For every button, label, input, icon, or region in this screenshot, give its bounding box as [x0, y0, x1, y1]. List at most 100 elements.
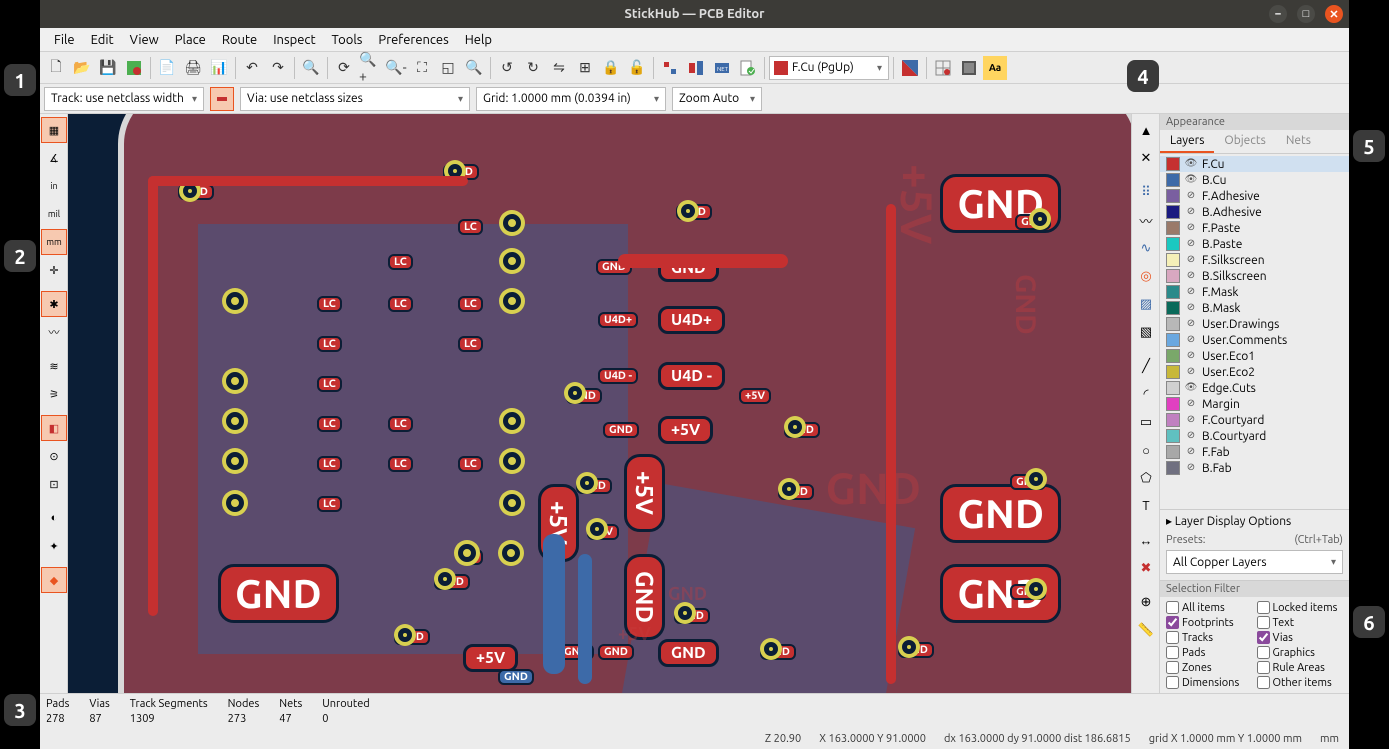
- layer-row-b-adhesive[interactable]: ⊘ B.Adhesive: [1160, 204, 1349, 220]
- filter-checkbox[interactable]: [1257, 646, 1270, 659]
- zoom-combo[interactable]: Zoom Auto: [672, 87, 762, 111]
- update-from-schematic-icon[interactable]: NET: [710, 56, 734, 80]
- find-icon[interactable]: 🔍: [299, 56, 323, 80]
- cursor-shape-icon[interactable]: ✛: [41, 257, 67, 283]
- add-arc-icon[interactable]: ◜: [1133, 381, 1159, 407]
- presets-combo[interactable]: All Copper Layers: [1166, 550, 1343, 574]
- curved-ratsnest-icon[interactable]: 〰: [41, 319, 67, 345]
- layer-row-f-courtyard[interactable]: ⊘ F.Courtyard: [1160, 412, 1349, 428]
- menu-edit[interactable]: Edit: [83, 33, 122, 47]
- layer-row-f-paste[interactable]: ⊘ F.Paste: [1160, 220, 1349, 236]
- add-zone-icon[interactable]: ▨: [1133, 291, 1159, 317]
- layer-swatch[interactable]: [1166, 269, 1180, 283]
- filter-footprints[interactable]: Footprints: [1166, 616, 1253, 629]
- menu-file[interactable]: File: [46, 33, 83, 47]
- dimension-icon[interactable]: ↔: [1133, 527, 1159, 553]
- units-mil-icon[interactable]: mil: [41, 201, 67, 227]
- menu-inspect[interactable]: Inspect: [265, 33, 323, 47]
- layer-visibility-icon[interactable]: ⊘: [1184, 221, 1198, 235]
- set-origin-icon[interactable]: ⊕: [1133, 589, 1159, 615]
- window-minimize-button[interactable]: –: [1269, 5, 1287, 23]
- lock-icon[interactable]: 🔒: [599, 56, 623, 80]
- layer-swatch[interactable]: [1166, 381, 1180, 395]
- filter-checkbox[interactable]: [1257, 661, 1270, 674]
- drc-icon[interactable]: [736, 56, 760, 80]
- layer-visibility-icon[interactable]: ⊘: [1184, 269, 1198, 283]
- layer-visibility-icon[interactable]: 👁: [1184, 173, 1198, 187]
- filter-rule-areas[interactable]: Rule Areas: [1257, 661, 1344, 674]
- delete-icon[interactable]: ✖: [1133, 555, 1159, 581]
- filter-all-items[interactable]: All items: [1166, 601, 1253, 614]
- filter-other-items[interactable]: Other items: [1257, 676, 1344, 689]
- layer-row-user-drawings[interactable]: ⊘ User.Drawings: [1160, 316, 1349, 332]
- filter-pads[interactable]: Pads: [1166, 646, 1253, 659]
- layer-selector[interactable]: F.Cu (PgUp): [769, 56, 889, 80]
- menu-view[interactable]: View: [122, 33, 167, 47]
- layer-pair-icon[interactable]: [898, 56, 922, 80]
- plot-icon[interactable]: 📊: [207, 56, 231, 80]
- print-icon[interactable]: 🖨: [181, 56, 205, 80]
- layer-visibility-icon[interactable]: ⊘: [1184, 317, 1198, 331]
- filter-checkbox[interactable]: [1166, 616, 1179, 629]
- local-ratsnest-icon[interactable]: ⠿: [1133, 179, 1159, 205]
- add-footprint-icon[interactable]: 〰: [1133, 207, 1159, 233]
- layer-visibility-icon[interactable]: ⊘: [1184, 253, 1198, 267]
- tab-objects[interactable]: Objects: [1214, 130, 1275, 153]
- layer-visibility-icon[interactable]: ⊘: [1184, 365, 1198, 379]
- zoom-fit-icon[interactable]: ⛶: [410, 56, 434, 80]
- layer-swatch[interactable]: [1166, 237, 1180, 251]
- via-size-combo[interactable]: Via: use netclass sizes: [240, 87, 470, 111]
- layer-swatch[interactable]: [1166, 333, 1180, 347]
- layer-row-f-fab[interactable]: ⊘ F.Fab: [1160, 444, 1349, 460]
- layer-row-b-paste[interactable]: ⊘ B.Paste: [1160, 236, 1349, 252]
- zoom-out-icon[interactable]: 🔍-: [384, 56, 408, 80]
- polar-coords-icon[interactable]: ∡: [41, 145, 67, 171]
- units-in-icon[interactable]: in: [41, 173, 67, 199]
- layer-swatch[interactable]: [1166, 429, 1180, 443]
- filter-checkbox[interactable]: [1257, 616, 1270, 629]
- open-icon[interactable]: 📂: [70, 56, 94, 80]
- add-rect-icon[interactable]: ▭: [1133, 409, 1159, 435]
- filter-text[interactable]: Text: [1257, 616, 1344, 629]
- layer-row-f-adhesive[interactable]: ⊘ F.Adhesive: [1160, 188, 1349, 204]
- layer-swatch[interactable]: [1166, 365, 1180, 379]
- unlock-icon[interactable]: 🔓: [625, 56, 649, 80]
- menu-help[interactable]: Help: [457, 33, 500, 47]
- layer-swatch[interactable]: [1166, 253, 1180, 267]
- menu-tools[interactable]: Tools: [324, 33, 371, 47]
- layer-row-user-eco2[interactable]: ⊘ User.Eco2: [1160, 364, 1349, 380]
- layer-row-user-eco1[interactable]: ⊘ User.Eco1: [1160, 348, 1349, 364]
- filter-checkbox[interactable]: [1166, 676, 1179, 689]
- layer-visibility-icon[interactable]: ⊘: [1184, 461, 1198, 475]
- layer-swatch[interactable]: [1166, 445, 1180, 459]
- text-vars-icon[interactable]: Aa: [983, 56, 1007, 80]
- board-setup-icon[interactable]: [122, 56, 146, 80]
- layer-swatch[interactable]: [1166, 413, 1180, 427]
- select-tool-icon[interactable]: ▲: [1133, 117, 1159, 143]
- layer-visibility-icon[interactable]: ⊘: [1184, 301, 1198, 315]
- layer-visibility-icon[interactable]: ⊘: [1184, 205, 1198, 219]
- add-via-icon[interactable]: ◎: [1133, 263, 1159, 289]
- filter-checkbox[interactable]: [1166, 646, 1179, 659]
- layer-visibility-icon[interactable]: 👁: [1184, 157, 1198, 171]
- layer-display-options[interactable]: ▸ Layer Display Options: [1160, 509, 1349, 532]
- layer-visibility-icon[interactable]: ⊘: [1184, 333, 1198, 347]
- filter-checkbox[interactable]: [1166, 661, 1179, 674]
- layer-row-b-mask[interactable]: ⊘ B.Mask: [1160, 300, 1349, 316]
- net-highlight-icon[interactable]: ✦: [41, 533, 67, 559]
- layer-swatch[interactable]: [1166, 205, 1180, 219]
- new-icon[interactable]: 🗋: [44, 56, 68, 80]
- layer-swatch[interactable]: [1166, 349, 1180, 363]
- footprint-editor-icon[interactable]: [658, 56, 682, 80]
- layers-list[interactable]: 👁 F.Cu 👁 B.Cu ⊘ F.Adhesive ⊘ B.Adhesive …: [1160, 154, 1349, 509]
- layer-swatch[interactable]: [1166, 189, 1180, 203]
- zoom-in-icon[interactable]: 🔍+: [358, 56, 382, 80]
- add-circle-icon[interactable]: ○: [1133, 437, 1159, 463]
- contrast-icon[interactable]: ◐: [41, 505, 67, 531]
- zone-outline-icon[interactable]: ⚞: [41, 381, 67, 407]
- rotate-cw-icon[interactable]: ↻: [521, 56, 545, 80]
- window-maximize-button[interactable]: □: [1297, 5, 1315, 23]
- layer-visibility-icon[interactable]: ⊘: [1184, 285, 1198, 299]
- group-icon[interactable]: ⊞: [573, 56, 597, 80]
- filter-dimensions[interactable]: Dimensions: [1166, 676, 1253, 689]
